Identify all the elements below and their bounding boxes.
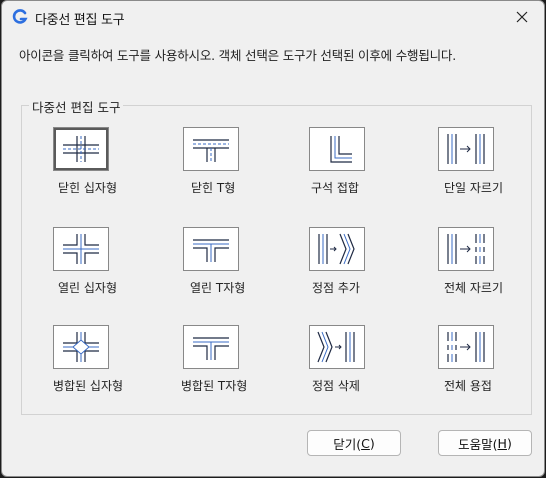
corner-joint-icon	[330, 136, 352, 163]
close-button-accesskey: C	[361, 435, 370, 451]
close-button[interactable]: 닫기(C)	[307, 430, 401, 456]
tool-label: 열린 T자형	[190, 281, 246, 295]
app-logo-icon	[12, 9, 28, 24]
tool-label: 정점 삭제	[312, 379, 360, 393]
merged-cross-button[interactable]	[53, 325, 109, 369]
merged-tee-icon	[193, 337, 229, 360]
instruction-text: 아이콘을 클릭하여 도구를 사용하시오. 객체 선택은 도구가 선택된 이후에 …	[19, 48, 457, 63]
tool-label: 병합된 십자형	[53, 379, 124, 393]
tool-label: 병합된 T자형	[181, 379, 248, 393]
close-button-suffix: )	[369, 435, 375, 451]
title-bar: 다중선 편집 도구	[2, 1, 544, 33]
help-button-label: 도움말(	[458, 436, 498, 452]
group-label: 다중선 편집 도구	[29, 97, 124, 116]
add-vertex-icon	[318, 233, 355, 265]
tool-label: 구석 접합	[311, 181, 359, 195]
add-vertex-button[interactable]	[309, 227, 365, 271]
open-tee-icon	[193, 239, 229, 262]
delete-vertex-icon	[317, 331, 355, 363]
dialog-title: 다중선 편집 도구	[35, 13, 125, 28]
closed-cross-icon	[63, 136, 99, 162]
open-tee-button[interactable]	[183, 227, 239, 271]
tool-label: 닫힌 T형	[191, 181, 236, 195]
help-button-suffix: )	[506, 435, 512, 451]
tool-label: 단일 자르기	[444, 181, 504, 195]
close-window-button[interactable]	[500, 1, 544, 33]
cut-all-icon	[447, 234, 485, 264]
delete-vertex-button[interactable]	[309, 325, 365, 369]
closed-tee-button[interactable]	[183, 127, 239, 171]
close-icon	[516, 11, 528, 23]
merged-cross-icon	[63, 332, 99, 362]
tool-label: 전체 용접	[444, 379, 492, 393]
close-button-label: 닫기(	[333, 436, 362, 452]
cut-all-button[interactable]	[438, 227, 494, 271]
help-button-accesskey: H	[497, 435, 507, 451]
closed-cross-button[interactable]	[53, 127, 109, 171]
open-cross-icon	[63, 234, 99, 264]
cut-single-button[interactable]	[438, 127, 494, 171]
tool-label: 정점 추가	[312, 281, 360, 295]
tool-label: 전체 자르기	[444, 281, 504, 295]
tool-label: 닫힌 십자형	[58, 181, 118, 195]
merged-tee-button[interactable]	[183, 325, 239, 369]
corner-joint-button[interactable]	[309, 127, 365, 171]
cut-single-icon	[447, 134, 485, 164]
closed-tee-icon	[193, 139, 229, 162]
weld-all-icon	[447, 332, 485, 362]
dialog-window: 다중선 편집 도구 아이콘을 클릭하여 도구를 사용하시오. 객체 선택은 도구…	[1, 0, 545, 477]
tool-label: 열린 십자형	[58, 281, 118, 295]
open-cross-button[interactable]	[53, 227, 109, 271]
weld-all-button[interactable]	[438, 325, 494, 369]
help-button[interactable]: 도움말(H)	[438, 430, 532, 456]
